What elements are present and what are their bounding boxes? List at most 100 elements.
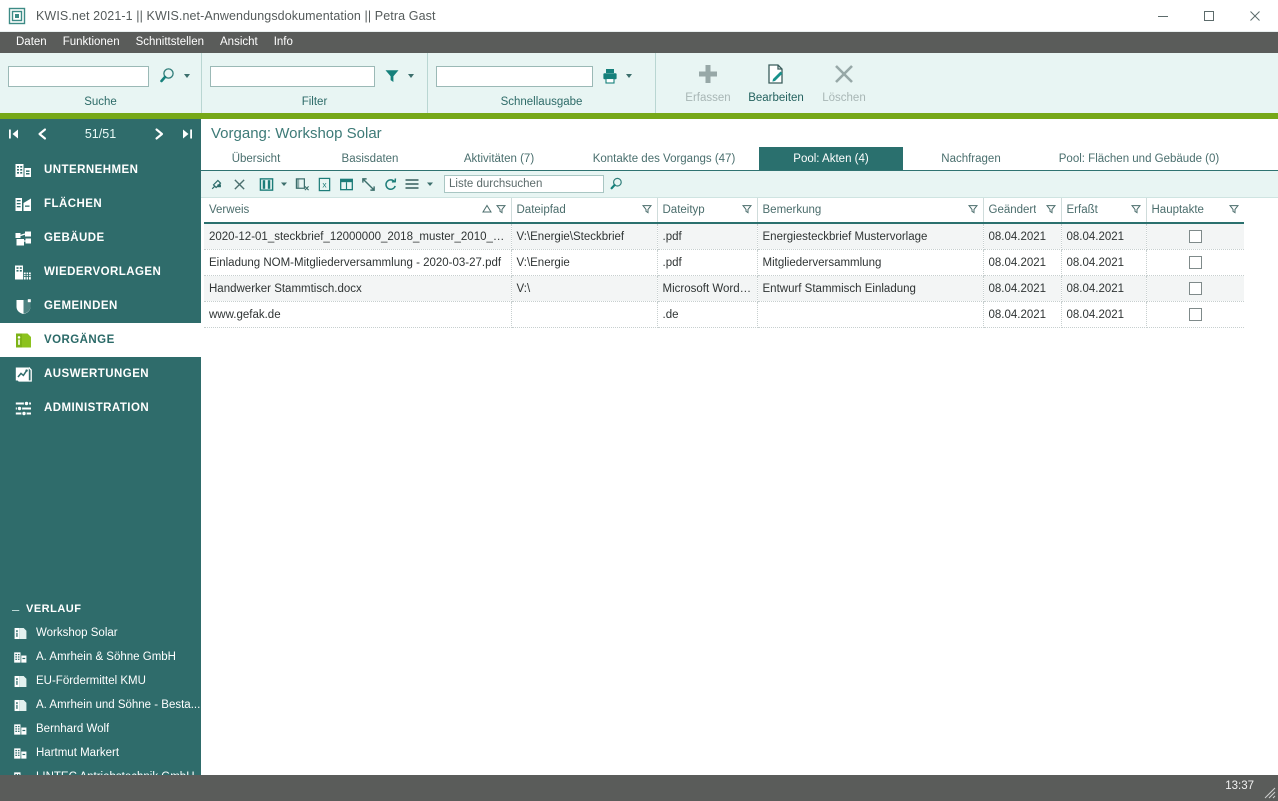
funnel-icon[interactable]: [383, 67, 401, 85]
tab-pool-akten[interactable]: Pool: Akten (4): [759, 147, 903, 170]
cell-erfasst: 08.04.2021: [1061, 301, 1147, 328]
company-small-icon: [10, 746, 30, 761]
cell-erfasst: 08.04.2021: [1061, 223, 1147, 250]
filter-icon[interactable]: [967, 204, 978, 217]
filter-icon[interactable]: [741, 204, 752, 217]
table-row[interactable]: 2020-12-01_steckbrief_12000000_2018_must…: [204, 223, 1244, 250]
filter-icon[interactable]: [641, 204, 652, 217]
next-page-icon[interactable]: [145, 127, 173, 141]
print-dropdown-caret-icon[interactable]: [626, 74, 632, 78]
sidebar-label: ADMINISTRATION: [44, 402, 150, 414]
tab-uebersicht[interactable]: Übersicht: [201, 147, 311, 170]
sidebar-item-administration[interactable]: ADMINISTRATION: [0, 391, 201, 425]
column-header-dateipfad[interactable]: Dateipfad: [511, 198, 658, 224]
column-header-geaendert[interactable]: Geändert: [983, 198, 1062, 224]
menu-item-ansicht[interactable]: Ansicht: [212, 32, 266, 53]
hauptakte-checkbox[interactable]: [1188, 282, 1202, 295]
hauptakte-checkbox[interactable]: [1188, 256, 1202, 269]
erfassen-button[interactable]: Erfassen: [674, 53, 742, 105]
filter-icon[interactable]: [1228, 204, 1240, 217]
sidebar-item-gebaeude[interactable]: GEBÄUDE: [0, 221, 201, 255]
loeschen-button[interactable]: Löschen: [810, 53, 878, 105]
list-search-input[interactable]: Liste durchsuchen: [444, 175, 604, 193]
column-header-bemerkung[interactable]: Bemerkung: [757, 198, 984, 224]
quickoutput-input[interactable]: [436, 65, 593, 87]
cell-erfasst: 08.04.2021: [1061, 249, 1147, 276]
history-item[interactable]: A. Amrhein und Söhne - Besta...: [0, 693, 201, 717]
tab-nachfragen[interactable]: Nachfragen: [903, 147, 1039, 170]
filter-icon[interactable]: [1130, 204, 1141, 217]
search-dropdown-caret-icon[interactable]: [184, 74, 190, 78]
columns-caret-icon[interactable]: [278, 173, 290, 195]
history-header[interactable]: – VERLAUF: [0, 597, 201, 621]
tab-aktivitaeten[interactable]: Aktivitäten (7): [429, 147, 569, 170]
column-header-dateityp[interactable]: Dateityp: [657, 198, 758, 224]
cell-bemerkung: Energiesteckbrief Mustervorlage: [757, 223, 984, 250]
table-row[interactable]: www.gefak.de .de 08.04.2021 08.04.2021: [204, 301, 1244, 328]
cell-geaendert: 08.04.2021: [983, 223, 1062, 250]
tab-kontakte-des-vorgangs[interactable]: Kontakte des Vorgangs (47): [569, 147, 759, 170]
magnifier-icon[interactable]: [157, 66, 177, 86]
x-icon: [832, 57, 856, 91]
previous-page-icon[interactable]: [28, 127, 56, 141]
filter-icon[interactable]: [1045, 204, 1056, 217]
hauptakte-checkbox[interactable]: [1188, 230, 1202, 243]
export-excel-icon[interactable]: x: [314, 173, 334, 195]
minimize-icon[interactable]: [1140, 0, 1186, 31]
history-item[interactable]: EU-Fördermittel KMU: [0, 669, 201, 693]
history-item[interactable]: Bernhard Wolf: [0, 717, 201, 741]
sidebar-item-gemeinden[interactable]: GEMEINDEN: [0, 289, 201, 323]
sidebar-item-auswertungen[interactable]: AUSWERTUNGEN: [0, 357, 201, 391]
bearbeiten-button[interactable]: Bearbeiten: [742, 53, 810, 105]
maximize-icon[interactable]: [1186, 0, 1232, 31]
history-item[interactable]: Hartmut Markert: [0, 741, 201, 765]
refresh-icon[interactable]: [380, 173, 400, 195]
history-item[interactable]: LINTEC Antriebstechnik GmbH: [0, 765, 201, 775]
os-taskbar[interactable]: 13:37: [0, 775, 1278, 801]
column-header-hauptakte[interactable]: Hauptakte: [1146, 198, 1244, 224]
menu-item-funktionen[interactable]: Funktionen: [55, 32, 128, 53]
filter-dropdown-caret-icon[interactable]: [408, 74, 414, 78]
column-header-erfasst[interactable]: Erfaßt: [1061, 198, 1147, 224]
tab-pool-flaechen-und-gebaeude[interactable]: Pool: Flächen und Gebäude (0): [1039, 147, 1239, 170]
sidebar-item-flaechen[interactable]: FLÄCHEN: [0, 187, 201, 221]
search-input[interactable]: [8, 65, 149, 87]
menu-lines-icon[interactable]: [402, 173, 422, 195]
minus-icon[interactable]: –: [12, 602, 26, 617]
pin-attach-icon[interactable]: [207, 173, 227, 195]
printer-icon[interactable]: [601, 67, 619, 85]
columns-icon[interactable]: [256, 173, 276, 195]
first-page-icon[interactable]: [0, 127, 28, 141]
filter-icon[interactable]: [495, 204, 506, 217]
close-icon[interactable]: [1232, 0, 1278, 31]
filter-input[interactable]: [210, 65, 375, 87]
tab-label: Pool: Flächen und Gebäude (0): [1058, 152, 1220, 165]
sidebar-item-wiedervorlagen[interactable]: WIEDERVORLAGEN: [0, 255, 201, 289]
column-header-verweis[interactable]: Verweis: [204, 198, 512, 224]
column-label: Dateityp: [662, 204, 705, 216]
taskbar-clock[interactable]: 13:37: [1225, 780, 1254, 792]
tab-basisdaten[interactable]: Basisdaten: [311, 147, 429, 170]
table-row[interactable]: Handwerker Stammtisch.docx V:\ Microsoft…: [204, 275, 1244, 302]
hauptakte-checkbox[interactable]: [1188, 308, 1202, 321]
export-table-icon[interactable]: [336, 173, 356, 195]
table-row[interactable]: Einladung NOM-Mitgliederversammlung - 20…: [204, 249, 1244, 276]
clear-grouping-icon[interactable]: [292, 173, 312, 195]
remove-x-icon[interactable]: [229, 173, 249, 195]
menu-item-daten[interactable]: Daten: [8, 32, 55, 53]
sort-ascending-icon[interactable]: [481, 204, 492, 217]
sidebar-item-vorgaenge[interactable]: VORGÄNGE: [0, 323, 201, 357]
history-item[interactable]: Workshop Solar: [0, 621, 201, 645]
menu-item-schnittstellen[interactable]: Schnittstellen: [128, 32, 212, 53]
loeschen-label: Löschen: [822, 92, 866, 104]
akten-table-container[interactable]: Verweis Dateipfad Dateityp Bemerkung Geä…: [201, 198, 1278, 775]
menu-item-info[interactable]: Info: [266, 32, 301, 53]
ribbon-toolbar: Suche Filter Schnellausgabe Erfassen Bea…: [0, 53, 1278, 113]
list-search-magnifier-icon[interactable]: [608, 176, 624, 192]
menu-caret-icon[interactable]: [424, 173, 436, 195]
last-page-icon[interactable]: [173, 127, 201, 141]
history-item[interactable]: A. Amrhein & Söhne GmbH: [0, 645, 201, 669]
resize-grip-icon[interactable]: [1262, 785, 1276, 799]
expand-all-icon[interactable]: [358, 173, 378, 195]
sidebar-item-unternehmen[interactable]: UNTERNEHMEN: [0, 153, 201, 187]
